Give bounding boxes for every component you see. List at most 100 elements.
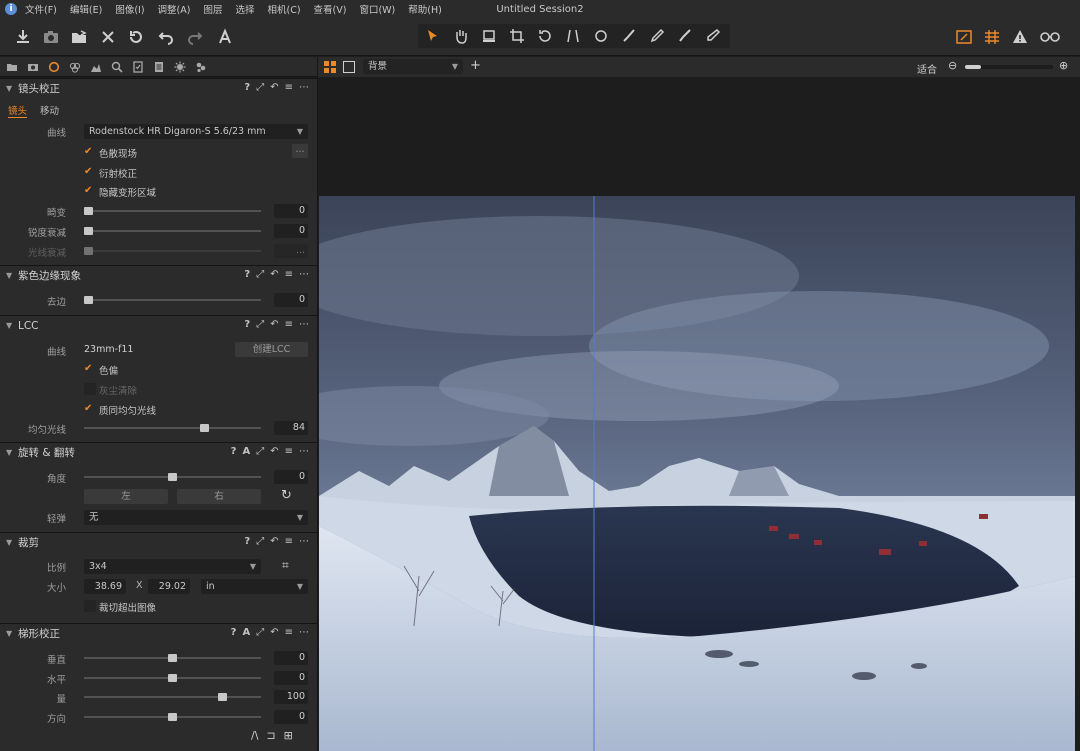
checkbox[interactable] [84,600,96,612]
lens-profile-select[interactable]: Rodenstock HR Digaron-S 5.6/23 mm ▼ [84,124,308,139]
lcc-header[interactable]: ▼ LCC ? ⤢ ↶ ≡ ⋯ [0,315,317,335]
collapse-chevron-icon[interactable]: ▼ [6,84,16,93]
zoom-slider[interactable] [965,65,1053,69]
add-layer-icon[interactable]: + [470,58,481,73]
keystone-icon[interactable] [562,25,584,47]
copy-apply-icon[interactable]: ⤢ [256,269,264,280]
grid-overlay-icon[interactable] [981,26,1003,48]
slider-handle[interactable] [84,227,93,235]
reset-section-icon[interactable]: ↶ [270,82,278,93]
pan-hand-icon[interactable] [450,25,472,47]
presets-menu-icon[interactable]: ≡ [285,82,293,93]
zoom-in-icon[interactable]: ⊕ [1059,59,1068,72]
reset-section-icon[interactable]: ↶ [270,269,278,280]
unit-select[interactable]: in ▼ [201,579,308,594]
details-tab-icon[interactable] [109,59,124,74]
import-icon[interactable] [12,26,34,48]
value-field[interactable]: 0 [274,293,308,307]
camera-icon[interactable] [40,26,62,48]
adjustments-tab-icon[interactable] [130,59,145,74]
more-icon[interactable]: ⋯ [299,82,309,93]
undo-icon[interactable] [155,26,177,48]
menu-image[interactable]: 图像(I) [115,2,144,16]
value-field[interactable]: 100 [274,690,308,704]
more-icon[interactable]: ⋯ [299,627,309,638]
copy-apply-icon[interactable]: ⤢ [256,536,264,547]
menu-adjust[interactable]: 调整(A) [158,2,191,16]
reset-section-icon[interactable]: ↶ [270,627,278,638]
checkbox[interactable]: ✔ [84,166,96,178]
slider-handle[interactable] [168,473,177,481]
reset-section-icon[interactable]: ↶ [270,446,278,457]
purple-fringe-header[interactable]: ▼ 紫色边缘现象 ? ⤢ ↶ ≡ ⋯ [0,265,317,285]
metadata-tab-icon[interactable] [151,59,166,74]
lens-tab-icon[interactable] [46,59,61,74]
collapse-chevron-icon[interactable]: ▼ [6,538,16,547]
crop-tool-icon[interactable]: ⌗ [282,558,289,573]
rotation-flip-header[interactable]: ▼ 旋转 & 翻转 ? A ⤢ ↶ ≡ ⋯ [0,442,317,462]
multi-view-icon[interactable] [324,61,336,73]
copy-apply-icon[interactable]: ⤢ [256,627,264,638]
tab-lens[interactable]: 镜头 [8,106,28,118]
checkbox[interactable]: ✔ [84,403,96,415]
lens-correction-header[interactable]: ▼ 镜头校正 ? ⤢ ↶ ≡ ⋯ [0,78,317,98]
collapse-chevron-icon[interactable]: ▼ [6,271,16,280]
presets-menu-icon[interactable]: ≡ [285,446,293,457]
slider-track[interactable] [84,210,261,212]
keystone-vertical-icon[interactable]: /\ [251,729,258,742]
value-field[interactable]: 0 [274,651,308,665]
pen-icon[interactable] [646,25,668,47]
photo-preview[interactable] [319,196,1075,751]
checkbox[interactable]: ✔ [84,185,96,197]
zoom-fit-label[interactable]: 适合 [917,61,937,76]
layer-select[interactable]: 背景 ▼ [363,59,463,74]
menu-layers[interactable]: 图层 [203,2,222,16]
app-logo-icon[interactable]: i [5,3,17,15]
menu-select[interactable]: 选择 [235,2,254,16]
text-tool-icon[interactable] [214,26,236,48]
slider-handle[interactable] [84,296,93,304]
library-tab-icon[interactable] [4,59,19,74]
more-icon[interactable]: ⋯ [299,446,309,457]
exposure-tab-icon[interactable] [88,59,103,74]
batch-tab-icon[interactable] [193,59,208,74]
collapse-chevron-icon[interactable]: ▼ [6,629,16,638]
help-icon[interactable]: ? [244,319,250,330]
slider-handle[interactable] [199,424,209,432]
value-field[interactable]: 0 [274,204,308,218]
keystone-horizontal-icon[interactable]: ⊐ [266,729,275,742]
checkbox[interactable] [84,383,96,395]
menu-camera[interactable]: 相机(C) [267,2,300,16]
slider-handle[interactable] [168,674,177,682]
slider-track[interactable] [84,299,261,301]
color-tab-icon[interactable] [67,59,82,74]
brush-icon[interactable] [618,25,640,47]
checkbox[interactable]: ✔ [84,363,96,375]
edit-mode-icon[interactable] [953,26,975,48]
more-icon[interactable]: ⋯ [299,269,309,280]
eraser-icon[interactable] [702,25,724,47]
presets-menu-icon[interactable]: ≡ [285,269,293,280]
keystone-header[interactable]: ▼ 梯形校正 ? A ⤢ ↶ ≡ ⋯ [0,623,317,643]
presets-menu-icon[interactable]: ≡ [285,319,293,330]
reset-section-icon[interactable]: ↶ [270,536,278,547]
value-field[interactable]: 0 [274,224,308,238]
value-field[interactable]: 0 [274,671,308,685]
ratio-select[interactable]: 3x4 ▼ [84,559,261,574]
proof-glasses-icon[interactable] [1037,26,1063,48]
menu-window[interactable]: 窗口(W) [359,2,395,16]
copy-apply-icon[interactable]: ⤢ [256,446,264,457]
copy-apply-icon[interactable]: ⤢ [256,319,264,330]
warning-icon[interactable] [1009,26,1031,48]
presets-menu-icon[interactable]: ≡ [285,536,293,547]
keystone-full-icon[interactable]: ⊞ [284,729,293,742]
slider-handle[interactable] [168,713,177,721]
single-view-icon[interactable] [343,61,355,73]
value-field[interactable]: 84 [274,421,308,435]
copy-apply-icon[interactable]: ⤢ [256,82,264,93]
redo-icon[interactable] [184,26,206,48]
image-viewer[interactable] [317,78,1080,751]
rotate-icon[interactable] [534,25,556,47]
slider-track[interactable] [84,230,261,232]
crop-header[interactable]: ▼ 裁剪 ? ⤢ ↶ ≡ ⋯ [0,532,317,552]
